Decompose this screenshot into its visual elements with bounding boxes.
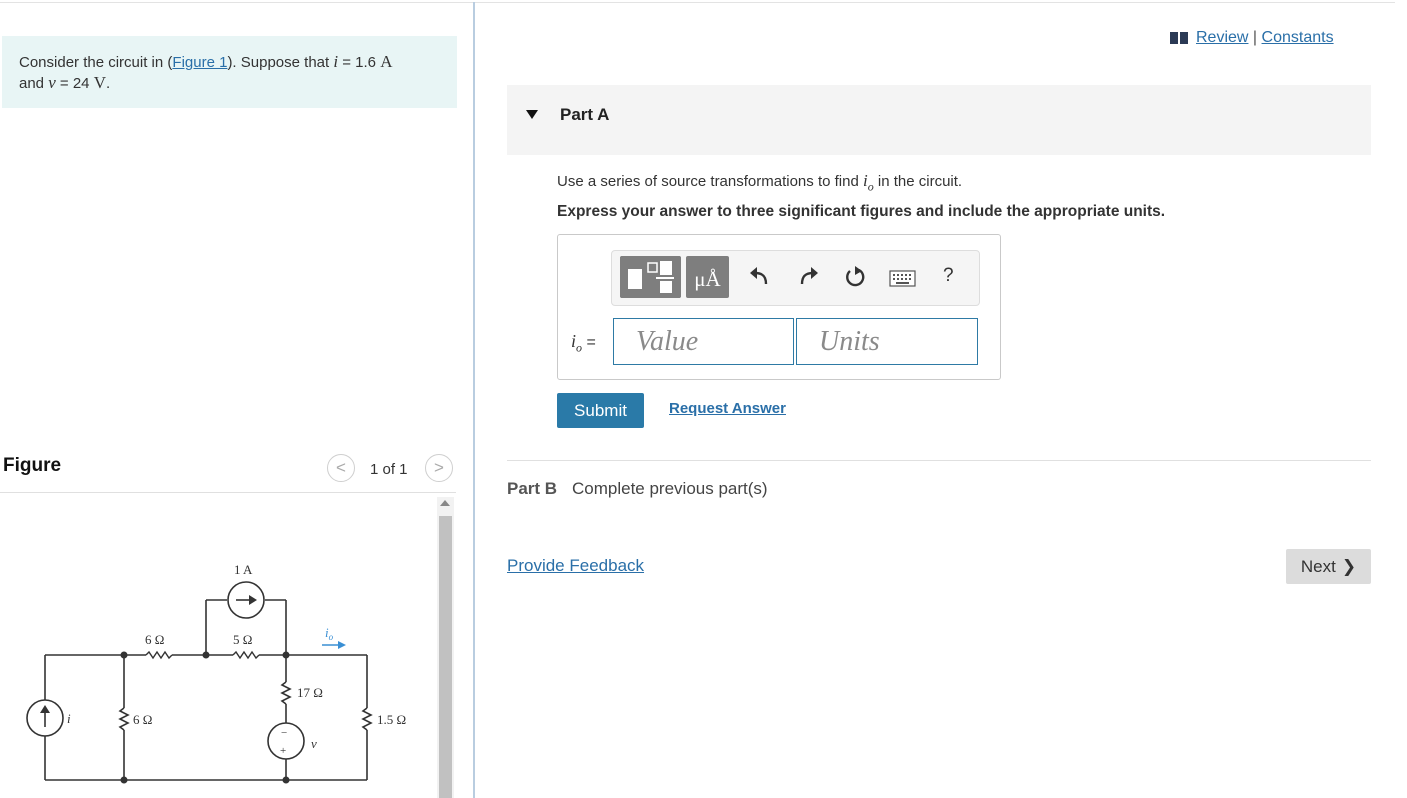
circuit-diagram: 1 A 6 Ω 5 Ω 17 Ω 6 Ω 1.5 Ω i v + − io <box>26 562 406 784</box>
problem-text: ). Suppose that <box>227 54 334 71</box>
label-6ohm-top: 6 Ω <box>145 632 164 647</box>
value-input[interactable] <box>613 318 794 365</box>
next-button[interactable]: Next ❯ <box>1286 549 1371 584</box>
request-answer-link[interactable]: Request Answer <box>669 400 786 417</box>
label-17ohm: 17 Ω <box>297 685 323 700</box>
figure-prev-button[interactable]: < <box>327 454 355 482</box>
part-b-divider <box>507 460 1371 461</box>
part-b-status: Complete previous part(s) <box>572 479 768 498</box>
voltage-value: = 24 <box>55 75 94 92</box>
provide-feedback-link[interactable]: Provide Feedback <box>507 556 644 576</box>
figure-next-button[interactable]: > <box>425 454 453 482</box>
problem-text: . <box>105 75 111 92</box>
review-constants-links: Review | Constants <box>1196 29 1334 47</box>
voltage-unit: V <box>93 73 106 92</box>
scroll-up-arrow-icon[interactable] <box>440 500 450 506</box>
link-separator: | <box>1252 29 1258 46</box>
caret-down-icon[interactable] <box>526 110 538 119</box>
part-b-title: Part B <box>507 479 558 498</box>
label-5ohm: 5 Ω <box>233 632 252 647</box>
part-a-header[interactable] <box>507 85 1371 155</box>
problem-text: and <box>19 75 49 92</box>
submit-button[interactable]: Submit <box>557 393 644 428</box>
figure-pager-text: 1 of 1 <box>370 461 408 478</box>
label-plus: + <box>280 745 286 757</box>
io-answer-label: io = <box>571 331 596 355</box>
label-i-source: i <box>67 711 71 726</box>
redo-icon[interactable] <box>794 262 822 292</box>
figure-divider <box>0 492 456 493</box>
column-divider <box>473 2 475 798</box>
keyboard-icon[interactable] <box>889 270 916 287</box>
units-button[interactable]: μÅ <box>686 256 729 298</box>
voltage-symbol: v <box>48 73 56 92</box>
part-a-instruction: Express your answer to three significant… <box>557 203 1166 220</box>
label-io: io <box>325 625 334 642</box>
current-value: = 1.6 <box>338 54 381 71</box>
problem-statement: Consider the circuit in (Figure 1). Supp… <box>2 36 457 108</box>
figure-title: Figure <box>3 455 62 476</box>
label-6ohm-left: 6 Ω <box>133 712 152 727</box>
book-icon <box>1170 32 1188 44</box>
reset-icon[interactable] <box>841 262 869 292</box>
problem-text: Consider the circuit in ( <box>19 54 173 71</box>
units-input[interactable] <box>796 318 978 365</box>
undo-icon[interactable] <box>746 262 774 292</box>
figure-scrollbar-thumb[interactable] <box>439 516 452 798</box>
current-unit: A <box>380 52 393 71</box>
chevron-right-icon: ❯ <box>1341 557 1357 576</box>
review-link[interactable]: Review <box>1196 29 1248 46</box>
io-symbol: io <box>862 171 874 194</box>
figure-link[interactable]: Figure 1 <box>172 54 227 71</box>
part-a-question: Use a series of source transformations t… <box>557 171 963 194</box>
label-1p5ohm: 1.5 Ω <box>377 712 406 727</box>
constants-link[interactable]: Constants <box>1262 29 1334 46</box>
top-border <box>0 2 1395 3</box>
help-button[interactable]: ? <box>943 265 954 287</box>
label-v-source: v <box>311 736 317 751</box>
label-1a: 1 A <box>234 562 253 577</box>
label-minus: − <box>281 727 287 739</box>
templates-icon[interactable] <box>620 256 681 298</box>
part-a-title[interactable]: Part A <box>560 105 609 125</box>
